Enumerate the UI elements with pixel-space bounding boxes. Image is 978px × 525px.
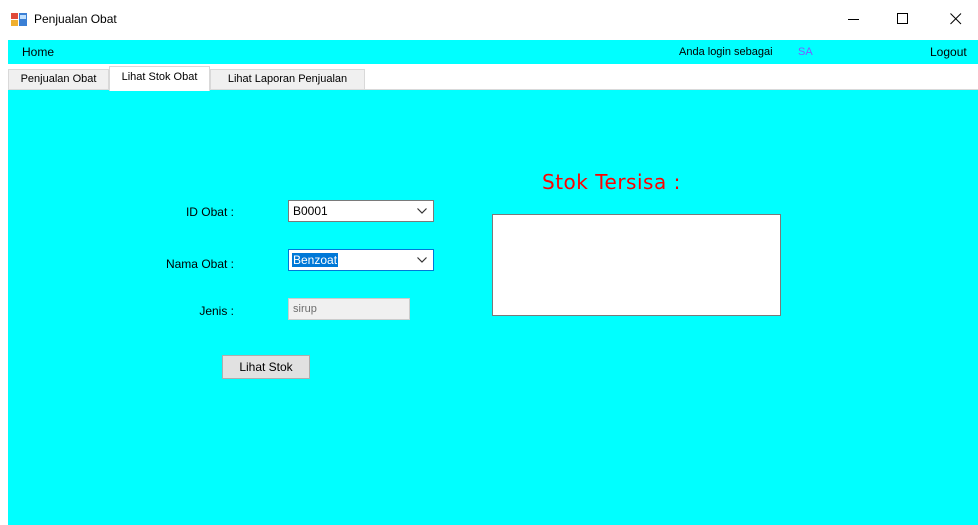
maximize-icon	[897, 13, 908, 24]
tab-penjualan-obat[interactable]: Penjualan Obat	[8, 69, 109, 89]
jenis-value: sirup	[293, 303, 317, 315]
chevron-down-icon	[417, 257, 427, 263]
tab-lihat-laporan-penjualan[interactable]: Lihat Laporan Penjualan	[210, 69, 365, 89]
login-label: Anda login sebagai	[679, 46, 773, 58]
jenis-field: sirup	[288, 298, 410, 320]
stok-panel: ID Obat : B0001 Nama Obat : Benzoat Jeni…	[8, 90, 978, 525]
nama-obat-combobox[interactable]: Benzoat	[288, 249, 434, 271]
menu-home[interactable]: Home	[22, 45, 54, 59]
nama-obat-value: Benzoat	[292, 253, 339, 267]
stok-tersisa-display	[492, 214, 781, 316]
close-button[interactable]	[934, 0, 978, 38]
id-obat-value: B0001	[293, 204, 328, 218]
id-obat-combobox[interactable]: B0001	[288, 200, 434, 222]
window-title: Penjualan Obat	[34, 12, 117, 26]
minimize-button[interactable]	[832, 0, 876, 38]
login-username: SA	[798, 46, 813, 58]
tab-strip: Penjualan Obat Lihat Stok Obat Lihat Lap…	[8, 64, 978, 91]
stok-tersisa-title: Stok Tersisa :	[542, 170, 681, 194]
close-icon	[950, 13, 962, 25]
tab-lihat-stok-obat[interactable]: Lihat Stok Obat	[109, 66, 210, 91]
id-obat-label: ID Obat :	[185, 205, 234, 219]
jenis-label: Jenis :	[199, 304, 234, 318]
chevron-down-icon	[417, 208, 427, 214]
menu-bar: Home Anda login sebagai SA Logout	[8, 40, 978, 64]
maximize-button[interactable]	[881, 0, 925, 38]
nama-obat-label: Nama Obat :	[165, 257, 234, 271]
window-title-bar: Penjualan Obat	[0, 0, 978, 38]
app-icon	[11, 11, 27, 27]
minimize-icon	[848, 19, 859, 20]
lihat-stok-button[interactable]: Lihat Stok	[222, 355, 310, 379]
menu-logout[interactable]: Logout	[930, 45, 967, 59]
